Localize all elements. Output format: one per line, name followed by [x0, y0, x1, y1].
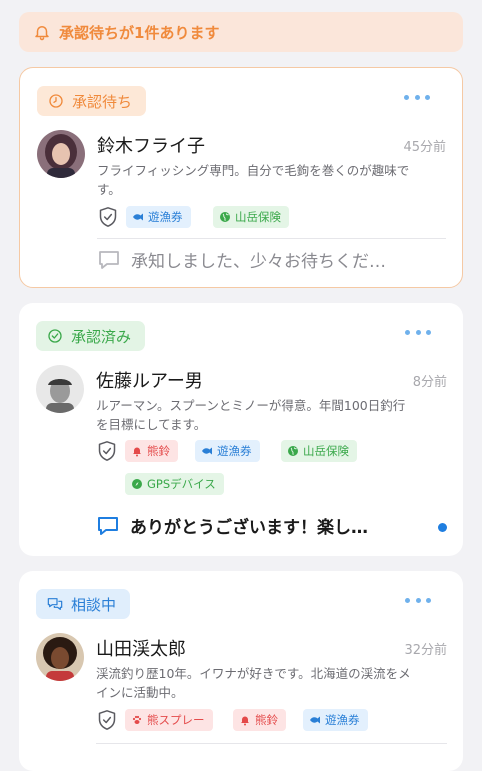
user-bio: ルアーマン。スプーンとミノーが得意。年間100日釣行を目標にしてます。	[96, 398, 406, 432]
globe-icon	[220, 212, 230, 222]
tag-bear-bell: 熊鈴	[233, 709, 286, 731]
request-card[interactable]: 相談中 山田渓太郎 32分前 渓流釣り歴10年。イワナが好きです。北海道の渓流を…	[19, 571, 463, 771]
clock-icon	[49, 94, 63, 108]
request-card[interactable]: 承認済み 佐藤ルアー男 8分前 ルアーマン。スプーンとミノーが得意。年間100日…	[19, 303, 463, 556]
request-card[interactable]: 承認待ち 鈴木フライ子 45分前 フライフィッシング専門。自分で毛鉤を巻くのが趣…	[19, 67, 463, 288]
avatar[interactable]	[36, 365, 84, 413]
user-name: 山田渓太郎	[96, 639, 186, 660]
divider	[97, 238, 446, 239]
user-bio: 渓流釣り歴10年。イワナが好きです。北海道の渓流をメインに活動中。	[96, 666, 411, 700]
last-message[interactable]: ありがとうございます！楽し…	[96, 513, 368, 538]
fish-icon	[310, 716, 320, 724]
tag-fishing-license: 遊漁券	[303, 709, 368, 731]
unread-indicator	[438, 523, 447, 532]
user-bio: フライフィッシング専門。自分で毛鉤を巻くのが趣味です。	[97, 163, 410, 197]
tag-mountain-insurance: 山岳保険	[281, 440, 357, 462]
divider	[96, 743, 447, 744]
message-preview: ありがとうございます！楽し…	[130, 518, 368, 538]
pending-approval-banner[interactable]: 承認待ちが1件あります	[19, 12, 463, 52]
timestamp: 45分前	[403, 140, 446, 155]
avatar[interactable]	[37, 130, 85, 178]
banner-text: 承認待ちが1件あります	[59, 23, 220, 42]
tag-bear-bell: 熊鈴	[125, 440, 178, 462]
tag-fishing-license: 遊漁券	[195, 440, 260, 462]
tag-fishing-license: 遊漁券	[126, 206, 191, 228]
bell-icon	[35, 26, 49, 41]
chat-bubbles-icon	[47, 598, 63, 610]
shield-check-icon	[99, 207, 117, 227]
status-badge: 承認待ち	[37, 86, 147, 116]
bell-icon	[241, 716, 249, 726]
status-label: 承認待ち	[72, 92, 133, 111]
user-name: 鈴木フライ子	[97, 136, 205, 157]
paw-icon	[132, 715, 142, 724]
last-message[interactable]: 承知しました、少々お待ちくだ…	[97, 247, 386, 272]
status-label: 承認済み	[71, 327, 132, 346]
more-options-button[interactable]	[405, 325, 431, 339]
status-badge: 承認済み	[36, 321, 146, 351]
check-circle-icon	[48, 329, 62, 343]
tag-bear-spray: 熊スプレー	[125, 709, 213, 731]
shield-check-icon	[98, 441, 116, 461]
user-name: 佐藤ルアー男	[96, 371, 203, 392]
bell-icon	[133, 447, 141, 457]
tag-gps-device: GPSデバイス	[125, 473, 224, 495]
more-options-button[interactable]	[404, 90, 430, 104]
status-label: 相談中	[71, 595, 117, 614]
status-badge: 相談中	[36, 589, 131, 619]
fish-icon	[202, 447, 212, 455]
shield-check-icon	[98, 710, 116, 730]
message-preview: 承知しました、少々お待ちくだ…	[131, 252, 386, 272]
globe-icon	[288, 446, 298, 456]
avatar[interactable]	[36, 633, 84, 681]
timestamp: 8分前	[412, 375, 447, 390]
chat-bubble-icon	[98, 516, 118, 535]
timestamp: 32分前	[404, 643, 447, 658]
more-options-button[interactable]	[405, 593, 431, 607]
chat-bubble-icon	[99, 250, 119, 269]
tag-mountain-insurance: 山岳保険	[213, 206, 289, 228]
fish-icon	[133, 213, 143, 221]
compass-icon	[132, 479, 142, 489]
